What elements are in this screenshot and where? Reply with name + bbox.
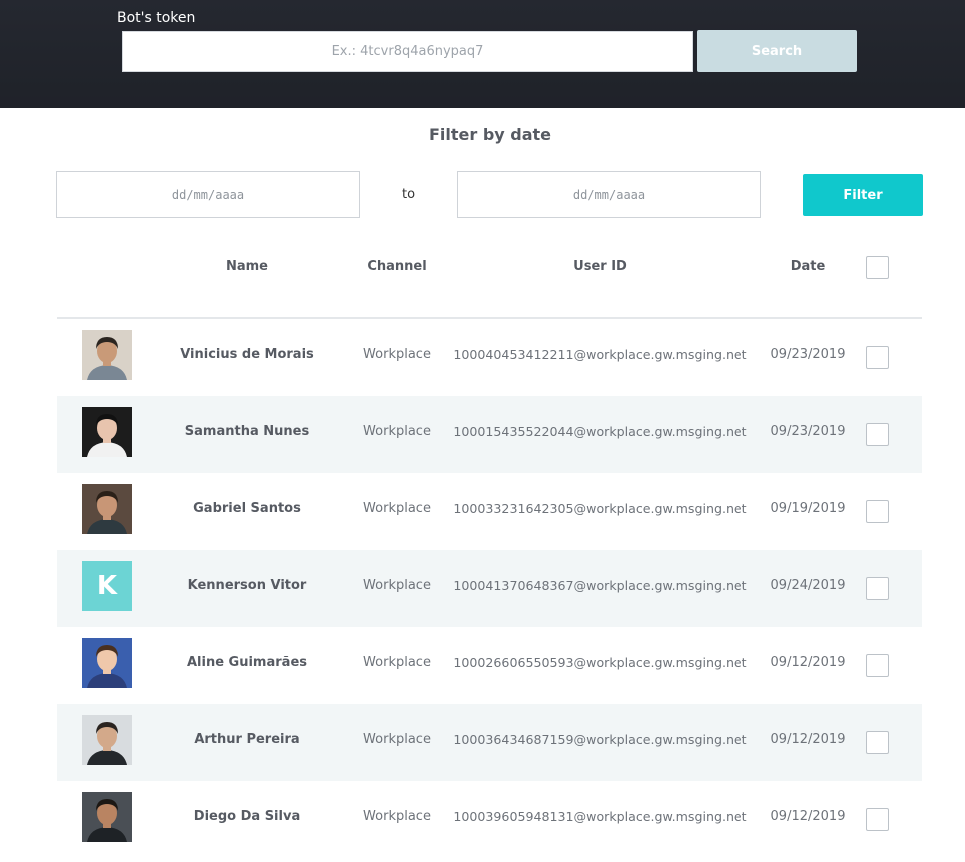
contact-name: Gabriel Santos bbox=[193, 501, 301, 516]
contact-channel: Workplace bbox=[363, 424, 431, 439]
select-all-checkbox[interactable] bbox=[866, 256, 889, 279]
column-date: Date bbox=[790, 259, 826, 274]
row-checkbox[interactable] bbox=[866, 577, 889, 600]
contact-date: 09/24/2019 bbox=[770, 578, 846, 593]
contact-user-id: 100039605948131@workplace.gw.msging.net bbox=[453, 809, 747, 824]
row-checkbox[interactable] bbox=[866, 731, 889, 754]
avatar-photo bbox=[82, 715, 132, 765]
contact-channel: Workplace bbox=[363, 809, 431, 824]
avatar-photo bbox=[82, 792, 132, 842]
contact-date: 09/12/2019 bbox=[770, 655, 846, 670]
contact-date: 09/23/2019 bbox=[770, 347, 846, 362]
contact-date: 09/12/2019 bbox=[770, 809, 846, 824]
contact-date: 09/23/2019 bbox=[770, 424, 846, 439]
table-row[interactable]: Diego Da Silva Workplace 100039605948131@w… bbox=[57, 781, 922, 858]
contacts-table: Name Channel User ID Date Vinicius de Mo… bbox=[57, 243, 922, 858]
contact-channel: Workplace bbox=[363, 655, 431, 670]
avatar-photo bbox=[82, 484, 132, 534]
table-row[interactable]: Arthur Pereira Workplace 100036434687159@w… bbox=[57, 704, 922, 781]
avatar-letter: K bbox=[82, 561, 132, 611]
token-label: Bot's token bbox=[117, 10, 196, 26]
header-bar: Bot's token Search bbox=[0, 0, 965, 108]
contact-user-id: 100041370648367@workplace.gw.msging.net bbox=[453, 578, 747, 593]
filter-button[interactable]: Filter bbox=[803, 174, 923, 216]
search-button[interactable]: Search bbox=[697, 30, 857, 72]
date-from-input[interactable] bbox=[56, 171, 360, 218]
avatar-photo bbox=[82, 407, 132, 457]
column-user-id: User ID bbox=[573, 259, 627, 274]
table-row[interactable]: Aline Guimarães Workplace 100026606550593@… bbox=[57, 627, 922, 704]
table-row[interactable]: Samantha Nunes Workplace 100015435522044@w… bbox=[57, 396, 922, 473]
contact-name: Diego Da Silva bbox=[193, 809, 301, 824]
contact-name: Vinicius de Morais bbox=[180, 347, 314, 362]
row-checkbox[interactable] bbox=[866, 346, 889, 369]
avatar-photo bbox=[82, 330, 132, 380]
row-checkbox[interactable] bbox=[866, 808, 889, 831]
row-checkbox[interactable] bbox=[866, 654, 889, 677]
contact-channel: Workplace bbox=[363, 578, 431, 593]
contact-user-id: 100036434687159@workplace.gw.msging.net bbox=[453, 732, 747, 747]
contact-channel: Workplace bbox=[363, 501, 431, 516]
contact-name: Kennerson Vitor bbox=[187, 578, 307, 593]
table-row[interactable]: Vinicius de Morais Workplace 1000404534122… bbox=[57, 319, 922, 396]
contact-user-id: 100033231642305@workplace.gw.msging.net bbox=[453, 501, 747, 516]
contact-user-id: 100026606550593@workplace.gw.msging.net bbox=[453, 655, 747, 670]
contact-channel: Workplace bbox=[363, 732, 431, 747]
table-row[interactable]: Gabriel Santos Workplace 100033231642305@w… bbox=[57, 473, 922, 550]
row-checkbox[interactable] bbox=[866, 500, 889, 523]
column-channel: Channel bbox=[367, 259, 427, 274]
contact-user-id: 100015435522044@workplace.gw.msging.net bbox=[453, 424, 747, 439]
contact-channel: Workplace bbox=[363, 347, 431, 362]
contact-date: 09/12/2019 bbox=[770, 732, 846, 747]
table-header: Name Channel User ID Date bbox=[57, 243, 922, 319]
contact-name: Aline Guimarães bbox=[186, 655, 307, 670]
avatar-photo bbox=[82, 638, 132, 688]
filter-title: Filter by date bbox=[428, 125, 552, 144]
row-checkbox[interactable] bbox=[866, 423, 889, 446]
date-to-input[interactable] bbox=[457, 171, 761, 218]
contact-user-id: 100040453412211@workplace.gw.msging.net bbox=[453, 347, 747, 362]
table-row[interactable]: K Kennerson Vitor Workplace 100041370648367… bbox=[57, 550, 922, 627]
table-body: Vinicius de Morais Workplace 1000404534122… bbox=[57, 319, 922, 858]
token-input[interactable] bbox=[122, 31, 693, 72]
contact-name: Arthur Pereira bbox=[194, 732, 300, 747]
contact-name: Samantha Nunes bbox=[184, 424, 310, 439]
contact-date: 09/19/2019 bbox=[770, 501, 846, 516]
column-name: Name bbox=[225, 259, 268, 274]
to-label: to bbox=[402, 187, 416, 202]
